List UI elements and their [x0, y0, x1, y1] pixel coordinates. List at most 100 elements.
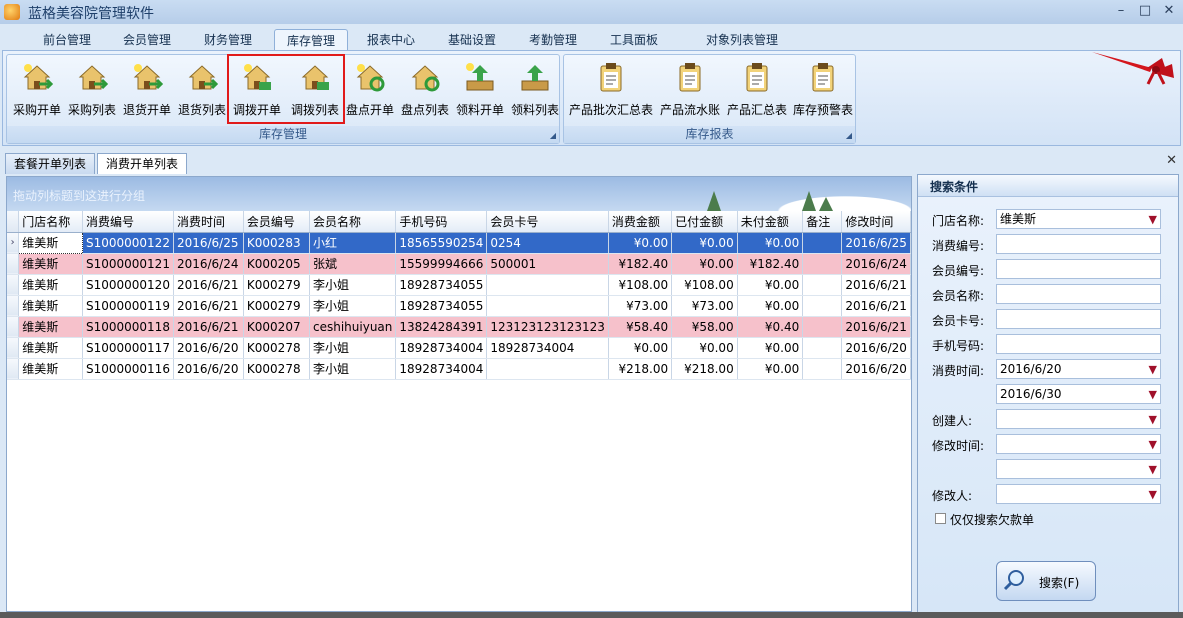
column-header[interactable]: 未付金额 [737, 211, 804, 233]
stocktake-list-button[interactable]: 盘点列表 [397, 59, 453, 119]
purchase-order-button[interactable]: 采购开单 [9, 59, 65, 119]
table-cell-unpaid[interactable]: ¥0.00 [737, 358, 804, 380]
column-header[interactable]: 消费金额 [608, 211, 673, 233]
table-cell-modified[interactable]: 2016/6/21 [841, 316, 911, 338]
row-indicator[interactable] [7, 253, 20, 275]
date-from-picker[interactable]: 2016/6/20 ▼ [996, 359, 1161, 379]
member-no-input[interactable] [996, 259, 1161, 279]
table-cell-member-no[interactable]: K000207 [243, 316, 311, 338]
table-cell-card[interactable] [486, 358, 609, 380]
return-order-button[interactable]: 退货开单 [119, 59, 175, 119]
chevron-down-icon[interactable]: ▼ [1149, 486, 1157, 504]
table-cell-amount[interactable]: ¥73.00 [608, 295, 673, 317]
date-to-picker[interactable]: 2016/6/30 ▼ [996, 384, 1161, 404]
table-cell-member-name[interactable]: 小红 [309, 232, 397, 254]
table-cell-card[interactable]: 500001 [486, 253, 609, 275]
column-header[interactable]: 修改时间 [841, 211, 911, 233]
column-header[interactable]: 门店名称 [18, 211, 83, 233]
table-cell-store[interactable]: 维美斯 [18, 358, 83, 380]
table-cell-unpaid[interactable]: ¥0.00 [737, 295, 804, 317]
table-cell-card[interactable] [486, 274, 609, 296]
table-cell-store[interactable]: 维美斯 [18, 231, 83, 254]
table-row[interactable]: 维美斯 S1000000118 2016/6/21 K000207 ceshihuiyu… [7, 316, 911, 338]
table-cell-paid[interactable]: ¥0.00 [671, 253, 738, 275]
table-cell-member-no[interactable]: K000205 [243, 253, 311, 275]
tab-members[interactable]: 会员管理 [110, 29, 184, 51]
table-cell-id[interactable]: S1000000118 [82, 316, 174, 338]
table-cell-member-name[interactable]: 李小姐 [309, 358, 397, 380]
table-cell-member-no[interactable]: K000279 [243, 274, 311, 296]
table-cell-phone[interactable]: 18928734004 [395, 337, 488, 359]
table-cell-member-name[interactable]: 李小姐 [309, 274, 397, 296]
table-cell-amount[interactable]: ¥182.40 [608, 253, 673, 275]
column-header[interactable]: 备注 [802, 211, 843, 233]
tab-reports[interactable]: 报表中心 [354, 29, 428, 51]
table-cell-amount[interactable]: ¥218.00 [608, 358, 673, 380]
table-cell-unpaid[interactable]: ¥0.00 [737, 232, 804, 254]
table-cell-amount[interactable]: ¥108.00 [608, 274, 673, 296]
table-cell-phone[interactable]: 18928734004 [395, 358, 488, 380]
search-button[interactable]: 搜索(F) [996, 561, 1096, 601]
table-cell-member-name[interactable]: 张斌 [309, 253, 397, 275]
column-header[interactable]: 会员编号 [243, 211, 311, 233]
row-indicator[interactable] [7, 337, 20, 359]
table-cell-date[interactable]: 2016/6/20 [173, 358, 244, 380]
table-row[interactable]: 维美斯 S1000000119 2016/6/21 K000279 李小姐 1892873… [7, 295, 911, 317]
column-header[interactable]: 消费编号 [82, 211, 174, 233]
table-cell-id[interactable]: S1000000119 [82, 295, 174, 317]
minimize-button[interactable]: – [1110, 2, 1132, 20]
table-cell-unpaid[interactable]: ¥0.40 [737, 316, 804, 338]
row-indicator[interactable] [7, 316, 20, 338]
close-tab-icon[interactable]: ✕ [1166, 153, 1177, 168]
table-cell-member-name[interactable]: ceshihuiyuan [309, 316, 397, 338]
table-cell-note[interactable] [802, 232, 843, 254]
tab-settings[interactable]: 基础设置 [435, 29, 509, 51]
table-cell-note[interactable] [802, 253, 843, 275]
chevron-down-icon[interactable]: ▼ [1149, 461, 1157, 479]
table-cell-store[interactable]: 维美斯 [18, 316, 83, 338]
table-cell-store[interactable]: 维美斯 [18, 253, 83, 275]
table-cell-card[interactable]: 0254 [486, 232, 609, 254]
table-cell-paid[interactable]: ¥73.00 [671, 295, 738, 317]
table-cell-date[interactable]: 2016/6/25 [173, 232, 244, 254]
purchase-list-button[interactable]: 采购列表 [64, 59, 120, 119]
return-list-button[interactable]: 退货列表 [174, 59, 230, 119]
column-header[interactable]: 手机号码 [395, 211, 488, 233]
table-cell-store[interactable]: 维美斯 [18, 295, 83, 317]
column-header[interactable]: 会员名称 [309, 211, 397, 233]
table-cell-amount[interactable]: ¥0.00 [608, 337, 673, 359]
expand-corner-icon[interactable]: ◢ [846, 131, 852, 140]
modified-to-picker[interactable]: ▼ [996, 459, 1161, 479]
table-cell-date[interactable]: 2016/6/24 [173, 253, 244, 275]
column-header[interactable]: 已付金额 [671, 211, 738, 233]
table-cell-modified[interactable]: 2016/6/21 [841, 295, 911, 317]
row-indicator[interactable] [7, 274, 20, 296]
table-cell-paid[interactable]: ¥0.00 [671, 232, 738, 254]
consumption-id-input[interactable] [996, 234, 1161, 254]
table-cell-store[interactable]: 维美斯 [18, 337, 83, 359]
chevron-down-icon[interactable]: ▼ [1149, 386, 1157, 404]
table-cell-amount[interactable]: ¥58.40 [608, 316, 673, 338]
table-cell-phone[interactable]: 15599994666 [395, 253, 488, 275]
table-cell-card[interactable] [486, 295, 609, 317]
table-cell-id[interactable]: S1000000117 [82, 337, 174, 359]
phone-input[interactable] [996, 334, 1161, 354]
member-card-input[interactable] [996, 309, 1161, 329]
expand-corner-icon[interactable]: ◢ [550, 131, 556, 140]
table-cell-date[interactable]: 2016/6/20 [173, 337, 244, 359]
table-cell-member-no[interactable]: K000283 [243, 232, 311, 254]
modified-from-picker[interactable]: ▼ [996, 434, 1161, 454]
table-cell-paid[interactable]: ¥58.00 [671, 316, 738, 338]
member-name-input[interactable] [996, 284, 1161, 304]
table-cell-note[interactable] [802, 295, 843, 317]
group-by-area[interactable]: 拖动列标题到这进行分组 [7, 177, 911, 211]
table-cell-id[interactable]: S1000000120 [82, 274, 174, 296]
table-cell-member-no[interactable]: K000278 [243, 337, 311, 359]
stock-warning-button[interactable]: 库存预警表 [791, 59, 855, 119]
store-select[interactable]: 维美斯 ▼ [996, 209, 1161, 229]
close-button[interactable]: ✕ [1158, 2, 1180, 20]
column-header[interactable]: 消费时间 [173, 211, 244, 233]
row-indicator[interactable]: › [7, 232, 20, 254]
tab-consumption-order-list[interactable]: 消费开单列表 [97, 153, 187, 174]
table-cell-id[interactable]: S1000000122 [82, 232, 174, 254]
